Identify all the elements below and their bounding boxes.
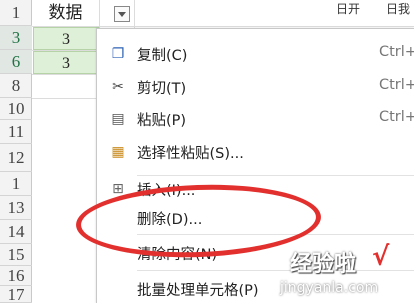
menu-item-label: 粘贴(P): [137, 113, 187, 129]
data-cell[interactable]: 3: [33, 51, 99, 74]
data-cell[interactable]: 3: [33, 27, 99, 50]
menu-item-label: 复制(C): [137, 48, 188, 64]
menu-item-label: 选择性粘贴(S)...: [137, 146, 244, 162]
menu-item-paste-special[interactable]: ▦ 选择性粘贴(S)...: [97, 135, 414, 169]
scissors-icon: ✂: [112, 79, 124, 95]
menu-item-copy[interactable]: ❐ 复制(C) Ctrl+: [97, 37, 414, 71]
menu-item-shortcut: Ctrl+: [379, 109, 414, 125]
row-header-8[interactable]: 8: [0, 74, 32, 98]
context-menu: ❐ 复制(C) Ctrl+ ✂ 剪切(T) Ctrl+ ▤ 粘贴(P) Ctrl…: [96, 28, 414, 303]
row-header-6[interactable]: 6: [0, 50, 32, 74]
row-header-11[interactable]: 11: [0, 120, 32, 144]
filter-dropdown-button[interactable]: [114, 6, 130, 22]
menu-item-shortcut: Ctrl+: [379, 44, 414, 60]
menu-item-label: 剪切(T): [137, 81, 187, 97]
row-header-15[interactable]: 15: [0, 244, 32, 266]
menu-item-label: 批量处理单元格(P): [137, 283, 259, 299]
watermark-title: 经验啦: [290, 252, 357, 277]
paste-icon: ▤: [111, 111, 125, 127]
menu-item-paste[interactable]: ▤ 粘贴(P) Ctrl+: [97, 102, 414, 136]
menu-item-shortcut: Ctrl+: [379, 77, 414, 93]
copy-icon: ❐: [111, 46, 125, 62]
watermark-url: jingyanla.com: [280, 280, 379, 296]
row-header-column: 1 3 6 8 10 11 12 1 13 14 15 16 17: [0, 0, 32, 303]
row-header-1b[interactable]: 1: [0, 172, 32, 196]
partial-header-text: 日我: [386, 2, 411, 16]
row-header-17[interactable]: 17: [0, 286, 32, 303]
row-header-14[interactable]: 14: [0, 220, 32, 244]
paste-special-icon: ▦: [111, 144, 125, 160]
column-header-cell[interactable]: 数据: [32, 0, 99, 24]
row-header-16[interactable]: 16: [0, 266, 32, 286]
row-header-10[interactable]: 10: [0, 98, 32, 120]
watermark-check: √: [372, 242, 390, 272]
row-header-13[interactable]: 13: [0, 196, 32, 220]
row-header-3[interactable]: 3: [0, 26, 32, 50]
partial-header-text: 日开: [336, 2, 361, 16]
row-header-12[interactable]: 12: [0, 144, 32, 172]
menu-item-cut[interactable]: ✂ 剪切(T) Ctrl+: [97, 70, 414, 104]
row-header-1[interactable]: 1: [0, 0, 32, 26]
